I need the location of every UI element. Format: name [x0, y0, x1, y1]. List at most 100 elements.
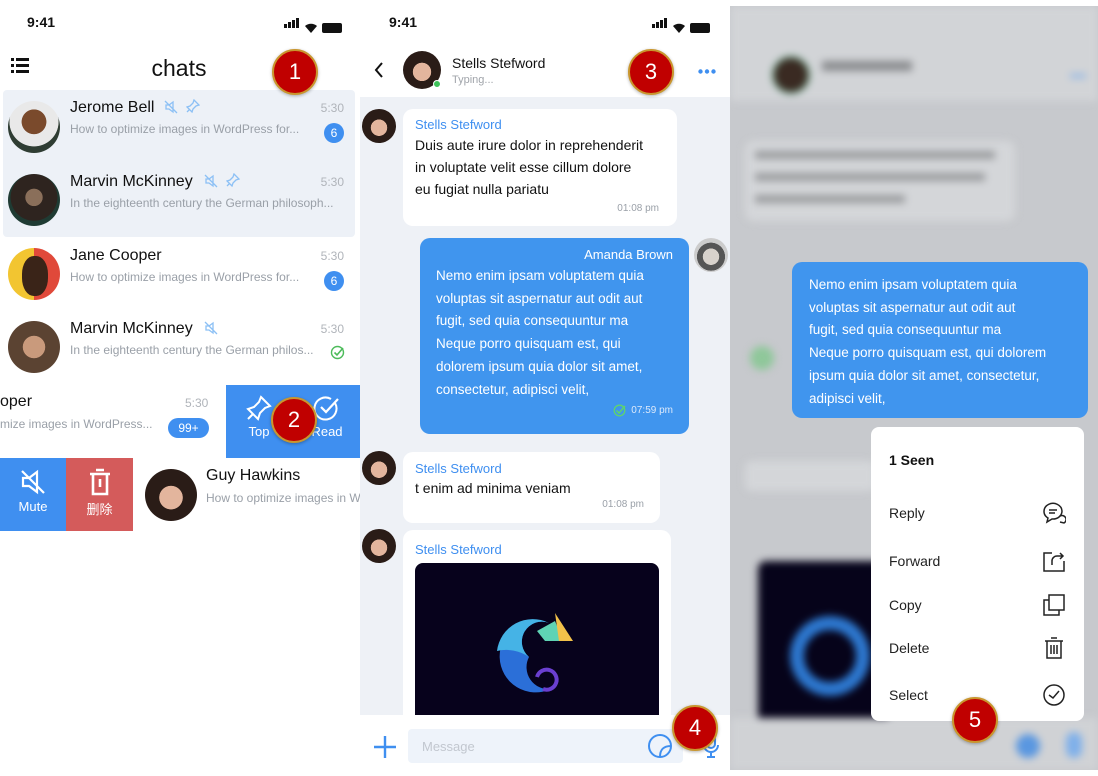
sender-avatar [362, 529, 396, 563]
timestamp: 5:30 [320, 322, 344, 336]
avatar [8, 321, 60, 373]
message-text: Nemo enim ipsam voluptatem quia voluptas … [436, 268, 644, 397]
seen-count: 1 Seen [889, 452, 935, 468]
message-time: 01:08 pm [602, 499, 644, 510]
context-menu: 1 Seen Reply Forward Copy Delete Select [871, 427, 1084, 721]
copy-icon [1043, 594, 1065, 616]
sender-name: Amanda Brown [584, 247, 673, 262]
message-bubble[interactable]: Stells Stefword Duis aute irure dolor in… [403, 109, 677, 226]
unread-badge: 99+ [168, 418, 209, 438]
unread-badge: 6 [324, 123, 344, 143]
annotation-marker-5: 5 [952, 697, 998, 743]
avatar [8, 101, 60, 153]
sticker-icon[interactable] [647, 733, 673, 759]
avatar [8, 174, 60, 226]
contact-name: Marvin McKinney [70, 320, 193, 337]
pin-icon [226, 173, 240, 187]
conversation-screen: 9:41 Stells Stefword Typing... Stells St… [360, 0, 730, 776]
status-icons [284, 15, 342, 33]
annotation-marker-2: 2 [271, 397, 317, 443]
chat-row[interactable]: Marvin McKinney 5:30 In the eighteenth c… [0, 313, 360, 385]
avatar [145, 469, 197, 521]
chat-row[interactable]: Marvin McKinney 5:30 In the eighteenth c… [0, 166, 360, 238]
trash-icon [1045, 637, 1063, 659]
chat-row[interactable]: Jane Cooper 5:30 How to optimize images … [0, 240, 360, 312]
message-preview: mize images in WordPress... [0, 417, 153, 431]
typing-status: Typing... [452, 74, 494, 86]
forward-icon [1043, 552, 1065, 572]
chat-row-swiped[interactable]: Mute 删除 Guy Hawkins How to optimize imag… [0, 458, 360, 531]
chat-row[interactable]: Jerome Bell 5:30 How to optimize images … [0, 92, 360, 166]
mute-icon [21, 469, 45, 495]
status-time: 9:41 [27, 14, 56, 30]
image-message-bubble[interactable]: Stells Stefword [403, 530, 671, 733]
status-time: 9:41 [389, 14, 418, 30]
sender-name: Stells Stefword [415, 461, 502, 476]
contact-name: oper [0, 393, 33, 410]
menu-item-forward[interactable]: Forward [889, 549, 1066, 573]
delete-button[interactable]: 删除 [66, 458, 133, 531]
pin-icon [246, 395, 272, 421]
online-indicator [433, 80, 441, 88]
message-preview: How to optimize images in W [206, 491, 360, 505]
sender-name: Stells Stefword [415, 117, 502, 132]
message-preview: In the eighteenth century the German phi… [70, 343, 314, 357]
trash-icon [89, 468, 110, 496]
more-options-icon[interactable] [698, 69, 716, 74]
message-input[interactable]: Message [408, 729, 683, 763]
timestamp: 5:30 [320, 101, 344, 115]
sender-avatar [362, 451, 396, 485]
annotation-marker-3: 3 [628, 49, 674, 95]
message-preview: In the eighteenth century the German phi… [70, 196, 334, 210]
chameleon-logo-image [497, 613, 573, 693]
contact-name: Marvin McKinney [70, 173, 193, 190]
image-attachment[interactable] [415, 563, 659, 733]
menu-item-delete[interactable]: Delete [889, 636, 1066, 660]
timestamp: 5:30 [185, 396, 209, 410]
add-attachment-icon[interactable] [373, 735, 397, 759]
own-avatar [694, 238, 728, 272]
message-time: 01:08 pm [617, 203, 659, 214]
menu-item-copy[interactable]: Copy [889, 593, 1066, 617]
contact-name: Guy Hawkins [206, 467, 301, 484]
message-bubble-own[interactable]: Amanda Brown Nemo enim ipsam voluptatem … [420, 238, 689, 434]
annotation-marker-4: 4 [672, 705, 718, 751]
message-preview: How to optimize images in WordPress for.… [70, 122, 300, 136]
read-check-icon [613, 404, 626, 417]
message-preview: How to optimize images in WordPress for.… [70, 270, 300, 284]
pin-icon [186, 99, 200, 113]
status-icons [652, 15, 710, 33]
sender-name: Stells Stefword [415, 542, 502, 557]
check-circle-icon [313, 396, 339, 421]
annotation-marker-1: 1 [272, 49, 318, 95]
message-time: 07:59 pm [631, 405, 673, 417]
avatar [8, 248, 60, 300]
contact-name: Stells Stefword [452, 55, 546, 71]
message-text: Duis aute irure dolor in reprehenderit in… [415, 137, 644, 197]
sender-avatar [362, 109, 396, 143]
back-chevron-icon[interactable] [374, 62, 384, 78]
wifi-icon [673, 23, 685, 33]
message-text: t enim ad minima veniam [415, 480, 571, 496]
chat-list-screen: 9:41 chats Jerome Bell 5:30 How to optim… [0, 0, 360, 776]
muted-icon [204, 321, 218, 335]
reply-bubble-icon [1043, 502, 1066, 524]
contact-name: Jerome Bell [70, 99, 155, 116]
message-context-menu-screen: Nemo enim ipsam voluptatem quia voluptas … [730, 6, 1098, 770]
delete-label: 删除 [86, 502, 113, 517]
timestamp: 5:30 [320, 175, 344, 189]
wifi-icon [305, 23, 317, 33]
selected-message-bubble[interactable]: Nemo enim ipsam voluptatem quia voluptas … [792, 262, 1088, 418]
muted-icon [164, 100, 178, 114]
battery-icon [322, 23, 342, 33]
contact-name: Jane Cooper [70, 247, 162, 264]
mute-label: Mute [18, 499, 48, 514]
menu-item-reply[interactable]: Reply [889, 501, 1066, 525]
read-check-icon [330, 345, 345, 360]
message-bubble[interactable]: Stells Stefword t enim ad minima veniam … [403, 452, 660, 523]
timestamp: 5:30 [320, 249, 344, 263]
check-circle-icon [1043, 684, 1065, 706]
battery-icon [690, 23, 710, 33]
mute-button[interactable]: Mute [0, 458, 66, 531]
muted-icon [204, 174, 218, 188]
